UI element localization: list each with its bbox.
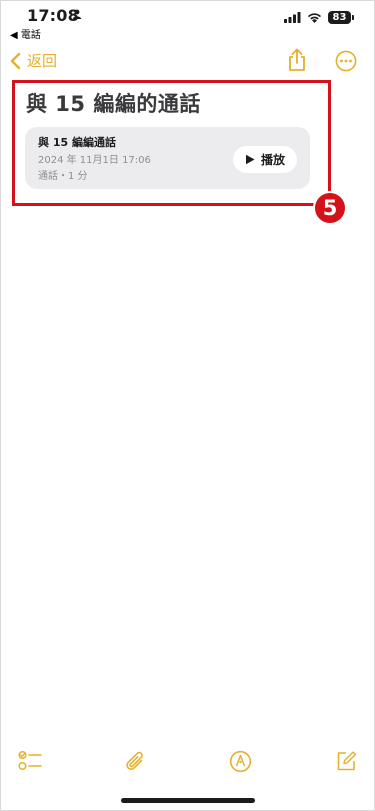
note-title[interactable]: 與 15 編編的通話 (26, 88, 201, 118)
attachment-button[interactable] (125, 750, 147, 778)
compose-icon (337, 751, 357, 771)
pen-tip-circle-icon (229, 750, 252, 773)
step-number-badge: 5 (313, 191, 347, 225)
cellular-signal-icon (284, 12, 301, 23)
back-button[interactable]: 返回 (10, 50, 57, 71)
play-button[interactable]: 播放 (233, 146, 297, 173)
call-card-date: 2024 年 11月1日 17:06 (38, 155, 151, 166)
status-indicators: 83 (284, 11, 354, 24)
call-card-title: 與 15 編編通話 (38, 136, 116, 149)
chevron-left-icon (10, 52, 21, 69)
battery-indicator: 83 (328, 11, 354, 24)
markup-button[interactable] (229, 750, 252, 777)
back-to-app-link[interactable]: ◀ 電話 (10, 26, 41, 41)
share-button[interactable] (286, 48, 308, 76)
more-options-button[interactable] (335, 50, 357, 76)
screen-frame (0, 0, 375, 811)
back-label: 返回 (27, 52, 58, 70)
play-icon (245, 154, 255, 165)
home-indicator[interactable] (121, 798, 255, 803)
checklist-icon (18, 750, 42, 771)
play-label: 播放 (260, 153, 285, 167)
paperclip-icon (126, 751, 143, 770)
call-card-meta: 通話・1 分 (38, 171, 88, 182)
wifi-icon (308, 13, 321, 23)
share-icon (289, 48, 305, 71)
call-recording-card[interactable]: 與 15 編編通話 2024 年 11月1日 17:06 通話・1 分 播放 (25, 127, 310, 189)
compose-button[interactable] (335, 750, 357, 776)
checklist-button[interactable] (18, 750, 42, 776)
ellipsis-circle-icon (335, 50, 357, 72)
person-icon (72, 9, 82, 19)
battery-level: 83 (332, 12, 347, 23)
